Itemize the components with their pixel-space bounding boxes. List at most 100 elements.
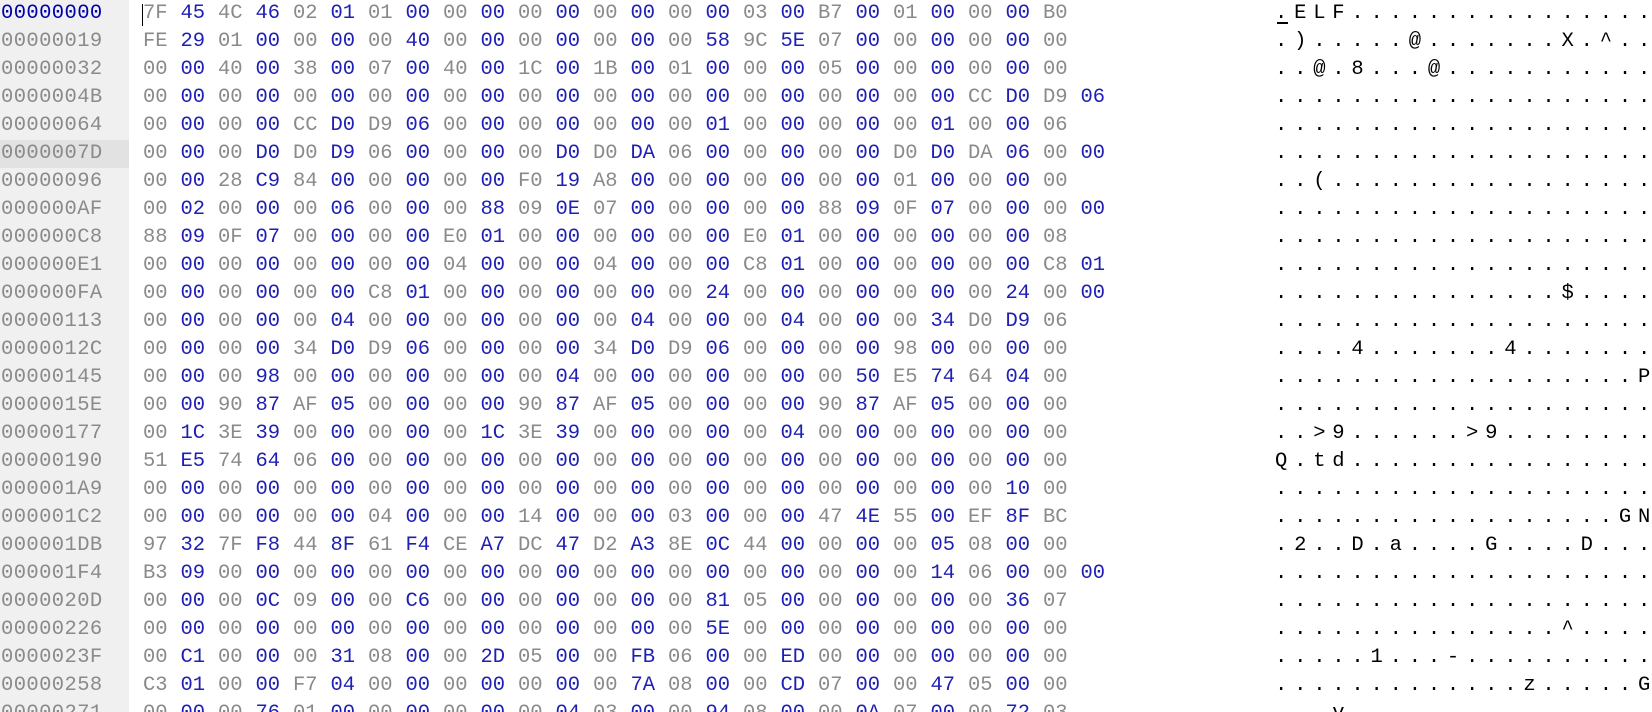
hex-byte[interactable]: 74 — [931, 364, 969, 392]
hex-byte[interactable]: 00 — [481, 280, 519, 308]
hex-byte[interactable]: 00 — [256, 112, 294, 140]
hex-byte[interactable]: 00 — [893, 224, 931, 252]
hex-byte[interactable]: 00 — [443, 420, 481, 448]
ascii-row[interactable]: ....4.......4............ — [1275, 336, 1652, 364]
hex-byte[interactable]: 07 — [593, 196, 631, 224]
hex-byte[interactable]: 00 — [218, 644, 256, 672]
hex-byte[interactable]: 01 — [293, 700, 331, 712]
ascii-row[interactable]: .).....@.......X.^....... — [1275, 28, 1652, 56]
ascii-row[interactable]: ......................... — [1275, 560, 1652, 588]
hex-byte[interactable]: 00 — [856, 112, 894, 140]
hex-byte[interactable]: 00 — [631, 168, 669, 196]
hex-byte[interactable]: 00 — [856, 308, 894, 336]
hex-byte[interactable]: 1C — [181, 420, 219, 448]
hex-byte[interactable]: 07 — [818, 672, 856, 700]
hex-byte[interactable]: 00 — [818, 560, 856, 588]
hex-byte[interactable]: 94 — [706, 700, 744, 712]
hex-byte[interactable]: 06 — [1006, 140, 1044, 168]
hex-row[interactable]: 00 02 00 00 00 06 00 00 00 88 09 0E 07 00 00 00 00 00 88 09… — [143, 196, 1118, 224]
hex-byte[interactable]: 02 — [293, 0, 331, 28]
hex-byte[interactable]: 00 — [443, 616, 481, 644]
hex-byte[interactable]: 00 — [931, 336, 969, 364]
hex-byte[interactable]: 00 — [818, 364, 856, 392]
hex-byte[interactable]: 00 — [856, 28, 894, 56]
hex-byte[interactable]: 00 — [1006, 112, 1044, 140]
hex-byte[interactable]: 00 — [668, 364, 706, 392]
hex-byte[interactable]: 00 — [668, 476, 706, 504]
hex-byte[interactable]: 00 — [143, 280, 181, 308]
ascii-row[interactable]: ...............$.......$. — [1275, 280, 1652, 308]
hex-byte[interactable]: 1B — [593, 56, 631, 84]
hex-byte[interactable]: 00 — [181, 476, 219, 504]
hex-byte[interactable]: 00 — [931, 168, 969, 196]
hex-byte[interactable]: 00 — [556, 560, 594, 588]
ascii-row[interactable]: ..>9......>9............. — [1275, 420, 1652, 448]
hex-byte[interactable]: 87 — [556, 392, 594, 420]
hex-byte[interactable]: 00 — [518, 280, 556, 308]
hex-byte[interactable]: 00 — [331, 364, 369, 392]
hex-byte[interactable]: 00 — [293, 420, 331, 448]
hex-byte[interactable]: 00 — [1043, 616, 1081, 644]
hex-byte[interactable]: 76 — [256, 700, 294, 712]
hex-byte[interactable]: 00 — [481, 448, 519, 476]
hex-byte[interactable]: 00 — [781, 504, 819, 532]
hex-byte[interactable]: 00 — [1006, 224, 1044, 252]
hex-byte[interactable]: 00 — [443, 336, 481, 364]
hex-byte[interactable]: 00 — [968, 196, 1006, 224]
ascii-row[interactable]: ......................... — [1275, 224, 1652, 252]
hex-byte[interactable]: 00 — [518, 84, 556, 112]
hex-byte[interactable]: 00 — [856, 420, 894, 448]
hex-byte[interactable]: 00 — [1043, 140, 1081, 168]
hex-byte[interactable]: 00 — [818, 700, 856, 712]
hex-byte[interactable]: 00 — [518, 700, 556, 712]
hex-byte[interactable]: 14 — [931, 560, 969, 588]
hex-byte[interactable]: 00 — [331, 448, 369, 476]
hex-byte[interactable]: ED — [781, 644, 819, 672]
hex-byte[interactable]: 00 — [518, 476, 556, 504]
hex-byte[interactable]: 00 — [143, 392, 181, 420]
hex-byte[interactable]: FE — [143, 28, 181, 56]
hex-byte[interactable]: 00 — [218, 308, 256, 336]
hex-byte[interactable]: 51 — [143, 448, 181, 476]
hex-byte[interactable]: 00 — [893, 28, 931, 56]
hex-byte[interactable]: 05 — [931, 392, 969, 420]
hex-byte[interactable]: 00 — [968, 280, 1006, 308]
hex-byte[interactable]: 06 — [331, 196, 369, 224]
hex-byte[interactable]: 00 — [368, 448, 406, 476]
hex-byte[interactable]: 00 — [143, 112, 181, 140]
hex-byte[interactable]: 00 — [931, 504, 969, 532]
hex-byte[interactable]: 5E — [781, 28, 819, 56]
hex-byte[interactable]: CC — [968, 84, 1006, 112]
hex-byte[interactable]: 00 — [781, 616, 819, 644]
hex-byte[interactable]: 00 — [293, 504, 331, 532]
ascii-row[interactable]: .2..D.a....G....D........ — [1275, 532, 1652, 560]
hex-byte[interactable]: 00 — [593, 420, 631, 448]
hex-byte[interactable]: 00 — [968, 0, 1006, 28]
hex-byte[interactable]: 34 — [293, 336, 331, 364]
hex-byte[interactable]: 64 — [968, 364, 1006, 392]
hex-byte[interactable]: 04 — [556, 364, 594, 392]
hex-byte[interactable]: 00 — [518, 112, 556, 140]
hex-byte[interactable]: A7 — [481, 532, 519, 560]
hex-byte[interactable]: 00 — [143, 336, 181, 364]
hex-byte[interactable]: 04 — [631, 308, 669, 336]
hex-byte[interactable]: 00 — [706, 644, 744, 672]
hex-byte[interactable]: B3 — [143, 560, 181, 588]
hex-byte[interactable]: 00 — [218, 112, 256, 140]
hex-byte[interactable]: 00 — [331, 476, 369, 504]
hex-byte[interactable]: D0 — [1006, 84, 1044, 112]
hex-row[interactable]: B3 09 00 00 00 00 00 00 00 00 00 00 00 00 00 00 00 00 00 00… — [143, 560, 1118, 588]
hex-byte[interactable]: 00 — [706, 504, 744, 532]
hex-byte[interactable]: 28 — [218, 168, 256, 196]
hex-byte[interactable]: 00 — [368, 364, 406, 392]
hex-byte[interactable]: 04 — [1006, 364, 1044, 392]
hex-byte[interactable]: 00 — [181, 504, 219, 532]
hex-byte[interactable]: 00 — [256, 560, 294, 588]
hex-byte[interactable]: 00 — [931, 28, 969, 56]
hex-byte[interactable]: 00 — [518, 616, 556, 644]
hex-byte[interactable]: 00 — [181, 392, 219, 420]
hex-byte[interactable]: 00 — [781, 392, 819, 420]
hex-byte[interactable]: A8 — [593, 168, 631, 196]
hex-byte[interactable]: 00 — [743, 672, 781, 700]
hex-byte[interactable]: 00 — [781, 476, 819, 504]
